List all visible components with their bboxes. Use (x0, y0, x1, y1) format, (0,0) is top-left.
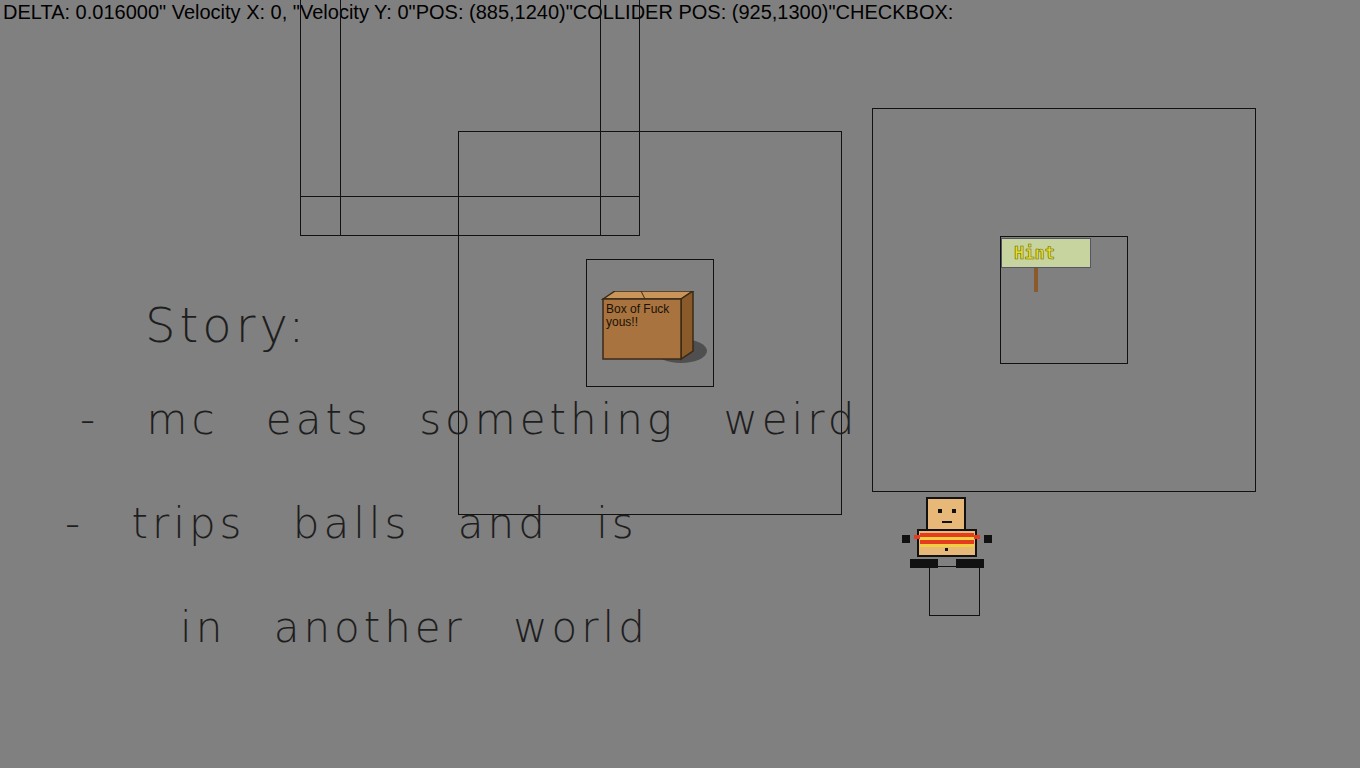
story-line: - mc eats something weird (80, 368, 900, 472)
debug-bar: DELTA: 0.016000" Velocity X: 0, "Velocit… (3, 0, 953, 24)
wall-line (600, 0, 601, 236)
wall-collider (300, 0, 640, 236)
sign-trigger-area (872, 108, 1256, 492)
wall-line (300, 196, 640, 197)
wall-line (340, 0, 341, 236)
player-icon (900, 497, 994, 569)
box-label: Box of Fuck yous!! (606, 303, 680, 329)
story-line: in another world (180, 576, 900, 680)
player[interactable] (900, 497, 994, 569)
story-title: Story: (145, 290, 900, 360)
story-notes: Story: - mc eats something weird- trips … (0, 290, 900, 680)
story-line: - trips balls and is (65, 472, 900, 576)
sign-label: Hint (1014, 243, 1055, 263)
box[interactable]: Box of Fuck yous!! (601, 291, 709, 363)
sign-board: Hint (1001, 238, 1091, 268)
game-scene: DELTA: 0.016000" Velocity X: 0, "Velocit… (0, 0, 1360, 768)
player-collider (929, 566, 980, 616)
hint-sign[interactable]: Hint (1001, 238, 1093, 294)
sign-post (1034, 268, 1038, 292)
